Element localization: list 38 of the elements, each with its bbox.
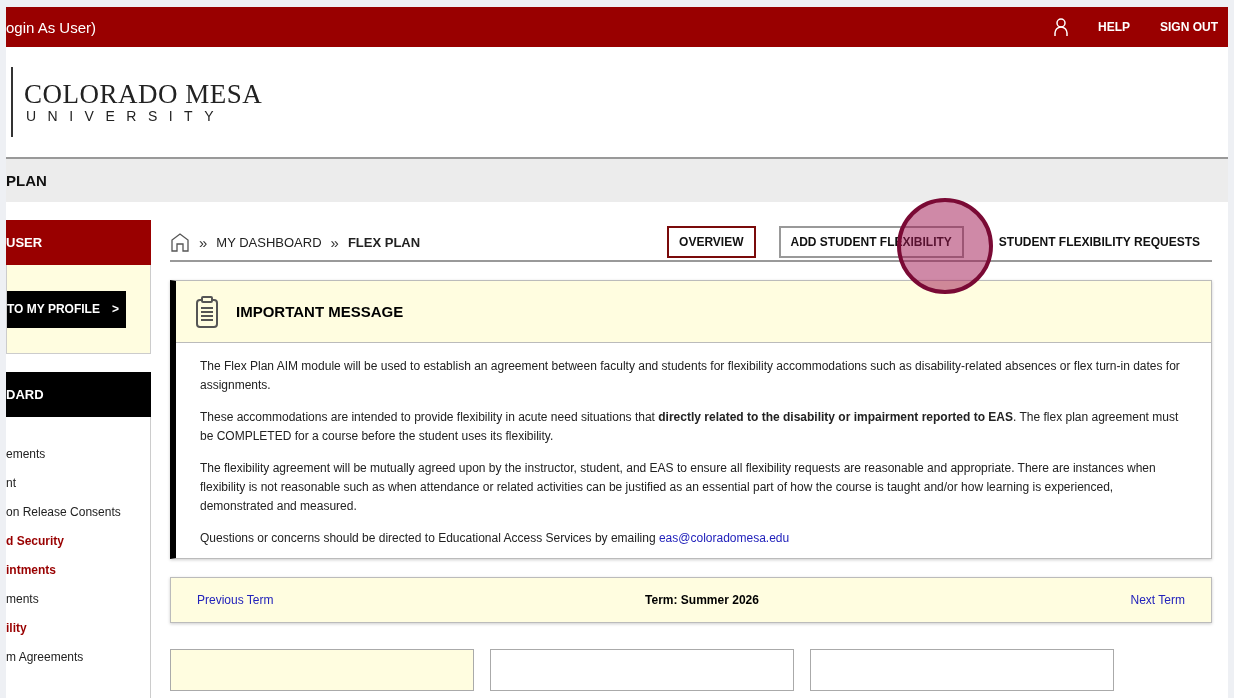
- sidebar-item[interactable]: on Release Consents: [6, 505, 150, 534]
- breadcrumb-link[interactable]: MY DASHBOARD: [216, 234, 322, 250]
- clipboard-icon: [196, 295, 218, 328]
- top-bar-link[interactable]: SIGN OUT: [1160, 20, 1218, 34]
- term-label: Term: Summer 2026: [645, 593, 759, 607]
- breadcrumb-link[interactable]: FLEX PLAN: [347, 234, 421, 250]
- message-title: IMPORTANT MESSAGE: [236, 303, 404, 320]
- nav-tab[interactable]: OVERVIEW: [667, 226, 756, 258]
- message-paragraph: The flexibility agreement will be mutually agreed upon by the instructor, student, and EAS to ensure all flexibility requests are reasonable and appropriate. There are instances when flexibility is not reasonable such as when attendance or related activities can be justified as an essential part of how the course is taught and/or how learning is experienced, demonstrated and measured.: [200, 460, 1157, 515]
- course-card[interactable]: [490, 649, 794, 691]
- user-icon[interactable]: [1053, 18, 1068, 36]
- sidebar-item[interactable]: d Security: [6, 534, 150, 563]
- sidebar-item[interactable]: nt: [6, 476, 150, 505]
- sidebar-item[interactable]: ments: [6, 592, 150, 621]
- contact-paragraph: Questions or concerns should be directed to Educational Access Services by emailing eas@coloradomesa.edu: [200, 530, 791, 547]
- message-paragraph: The Flex Plan AIM module will be used to establish an agreement between faculty and students for flexibility accommodations such as disability-related absences or flex turn-in dates for assignments.: [200, 358, 1181, 394]
- course-card[interactable]: [810, 649, 1114, 691]
- logo-divider: [11, 67, 13, 137]
- home-icon[interactable]: [170, 232, 190, 252]
- page-title: PLAN: [6, 172, 47, 189]
- previous-term-link[interactable]: Previous Term: [197, 593, 274, 607]
- sidebar-item[interactable]: m Agreements: [6, 650, 150, 679]
- sidebar-item[interactable]: ility: [6, 621, 150, 650]
- profile-button[interactable]: TO MY PROFILE >: [7, 290, 126, 328]
- email-link[interactable]: eas@coloradomesa.edu: [658, 531, 790, 545]
- top-bar-link[interactable]: HELP: [1097, 20, 1130, 34]
- top-bar-title: ogin As User): [6, 18, 98, 36]
- user-header: USER: [6, 220, 151, 265]
- sidebar-item[interactable]: intments: [6, 563, 150, 592]
- breadcrumb-separator: »: [199, 233, 208, 251]
- logo-name: COLORADO MESA: [24, 80, 263, 108]
- dashboard-header: DARD: [6, 372, 151, 417]
- message-paragraph: These accommodations are intended to provide flexibility in acute need situations that directly related to the disability or impairment reported to EAS. The flex plan agreement must be COMPLETED for a course before the student uses its flexibility.: [200, 409, 1180, 445]
- course-card[interactable]: [170, 649, 474, 691]
- next-term-link[interactable]: Next Term: [1130, 593, 1185, 607]
- breadcrumb-separator: »: [330, 233, 339, 251]
- sidebar-item[interactable]: ements: [6, 447, 150, 476]
- logo-subtitle: UNIVERSITY: [26, 107, 226, 124]
